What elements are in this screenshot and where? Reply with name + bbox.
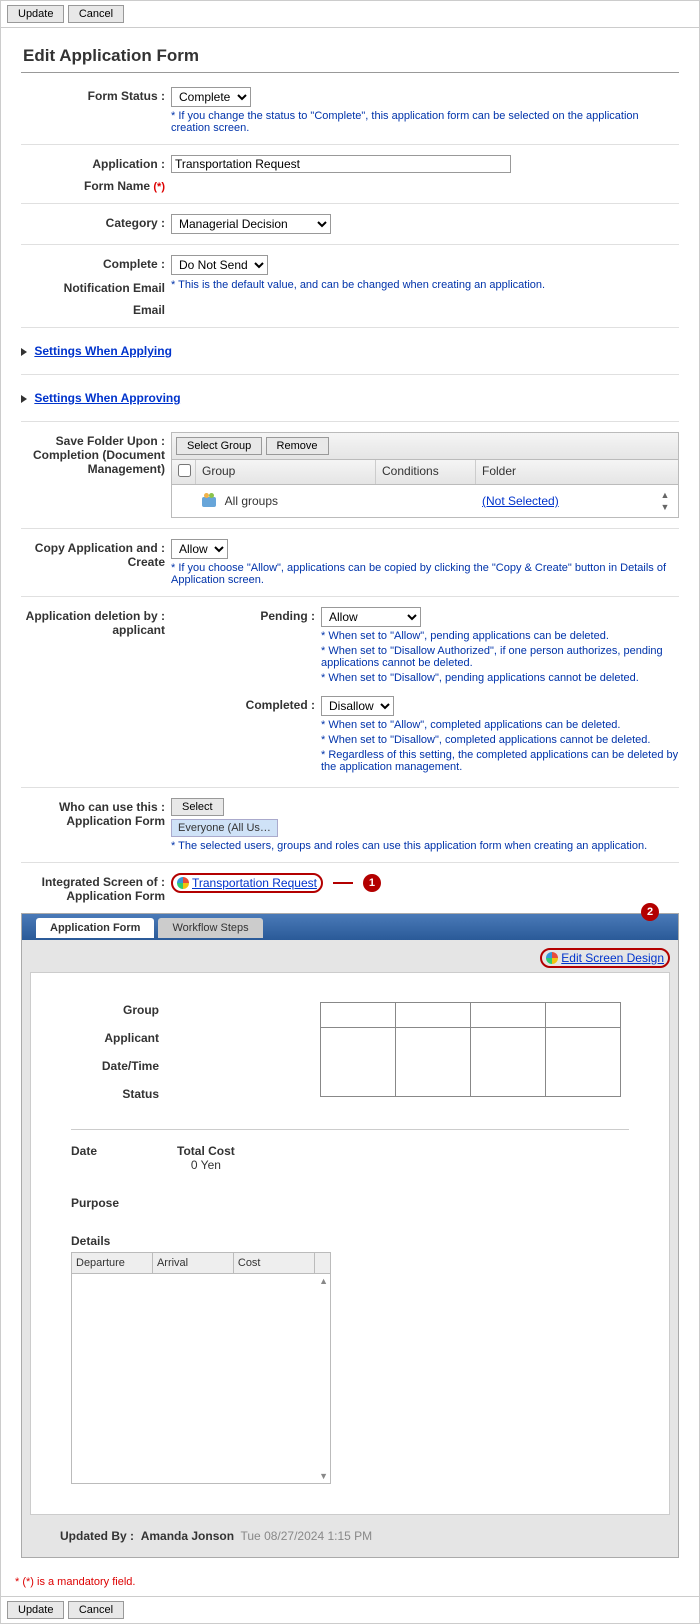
cancel-button-top[interactable]: Cancel [68, 5, 124, 23]
col-conditions: Conditions [376, 460, 476, 484]
select-group-button[interactable]: Select Group [176, 437, 262, 455]
integrated-link[interactable]: Transportation Request [192, 876, 317, 890]
col-group: Group [196, 460, 376, 484]
notification-email-hint: * This is the default value, and can be … [171, 279, 679, 291]
settings-applying-link[interactable]: Settings When Applying [34, 344, 172, 358]
application-label: Application : [21, 155, 171, 171]
updated-by-date: Tue 08/27/2024 1:15 PM [241, 1529, 373, 1543]
mandatory-note: * (*) is a mandatory field. [1, 1568, 699, 1596]
copy-app-hint: * If you choose "Allow", applications ca… [171, 562, 679, 586]
chevron-right-icon [21, 395, 27, 403]
move-down-icon[interactable]: ▼ [659, 502, 671, 512]
page-title: Edit Application Form [23, 46, 677, 66]
complete-select[interactable]: Do Not Send [171, 255, 268, 275]
completed-label: Completed : [171, 696, 321, 712]
deletion-label: Application deletion by : applicant [21, 607, 171, 637]
complete-label: Complete : [21, 255, 171, 271]
save-folder-label: Save Folder Upon : Completion (Document … [21, 432, 171, 476]
app-link-icon [177, 877, 189, 889]
who-can-use-hint: * The selected users, groups and roles c… [171, 840, 679, 852]
edit-screen-design-link[interactable]: Edit Screen Design [561, 951, 664, 965]
category-select[interactable]: Managerial Decision [171, 214, 331, 234]
application-input[interactable] [171, 155, 511, 173]
form-status-hint: * If you change the status to "Complete"… [171, 110, 679, 134]
integrated-label: Integrated Screen of : Application Form [21, 873, 171, 903]
scroll-up-icon[interactable]: ▲ [319, 1276, 328, 1286]
update-button-top[interactable]: Update [7, 5, 64, 23]
pending-select[interactable]: Allow [321, 607, 421, 627]
group-icon [202, 497, 216, 507]
select-all-checkbox[interactable] [178, 464, 191, 477]
table-row: All groups (Not Selected) ▲ ▼ [172, 485, 678, 517]
preview-total-cost-label: Total Cost [177, 1144, 235, 1158]
preview-datetime-label: Date/Time [71, 1059, 171, 1073]
update-button-bottom[interactable]: Update [7, 1601, 64, 1619]
preview-total-cost-value: 0 Yen [177, 1158, 235, 1172]
callout-2: 2 [641, 903, 659, 921]
preview-group-label: Group [71, 1003, 171, 1017]
who-can-use-label: Who can use this : Application Form [21, 798, 171, 828]
preview-details-label: Details [71, 1234, 629, 1248]
col-folder: Folder [476, 460, 678, 484]
who-can-use-chip[interactable]: Everyone (All Us… [171, 819, 278, 837]
form-status-label: Form Status : [21, 87, 171, 103]
move-up-icon[interactable]: ▲ [659, 490, 671, 500]
tab-workflow-steps[interactable]: Workflow Steps [158, 918, 262, 938]
settings-approving-link[interactable]: Settings When Approving [34, 391, 180, 405]
preview-grid [321, 1003, 621, 1097]
updated-by-name: Amanda Jonson [141, 1529, 234, 1543]
scroll-down-icon[interactable]: ▼ [319, 1471, 328, 1481]
tab-application-form[interactable]: Application Form [36, 918, 154, 938]
preview-date-label: Date [71, 1144, 97, 1158]
cancel-button-bottom[interactable]: Cancel [68, 1601, 124, 1619]
preview-purpose-label: Purpose [71, 1196, 629, 1210]
updated-by-label: Updated By : [60, 1529, 134, 1543]
select-button[interactable]: Select [171, 798, 224, 816]
copy-app-select[interactable]: Allow [171, 539, 228, 559]
chevron-right-icon [21, 348, 27, 356]
form-status-select[interactable]: Complete [171, 87, 251, 107]
pending-label: Pending : [171, 607, 321, 623]
category-label: Category : [21, 214, 171, 230]
preview-applicant-label: Applicant [71, 1031, 171, 1045]
row-group: All groups [225, 494, 278, 508]
notification-email-label: Notification Email [21, 279, 171, 295]
row-folder-link[interactable]: (Not Selected) [482, 494, 559, 508]
preview-status-label: Status [71, 1087, 171, 1101]
completed-select[interactable]: Disallow [321, 696, 394, 716]
callout-1: 1 [363, 874, 381, 892]
remove-button[interactable]: Remove [266, 437, 329, 455]
details-table: Departure Arrival Cost [71, 1252, 331, 1274]
app-link-icon [546, 952, 558, 964]
copy-app-label: Copy Application and : Create [21, 539, 171, 569]
form-name-label: Form Name (*) [21, 177, 171, 193]
